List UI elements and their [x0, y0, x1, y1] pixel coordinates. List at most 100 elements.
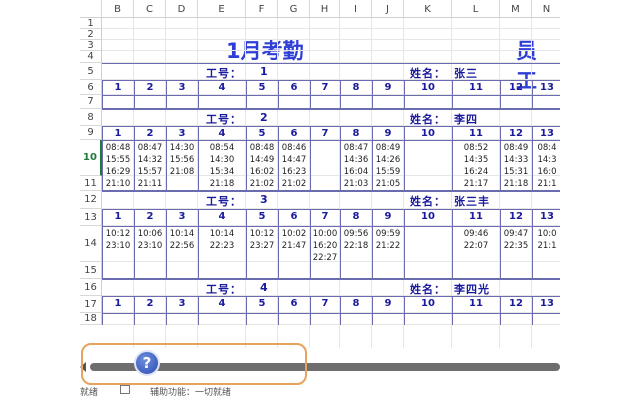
scroll-left-arrow-icon[interactable] [80, 362, 86, 372]
day-number: 8 [352, 211, 360, 222]
day-number: 5 [258, 298, 266, 309]
column-header[interactable]: L [452, 0, 500, 18]
row-header[interactable]: 16 [80, 279, 102, 296]
day-number: 1 [114, 211, 122, 222]
punch-times[interactable]: 08:47 14:32 15:57 21:11 [134, 142, 166, 190]
row-header[interactable]: 14 [80, 226, 102, 262]
punch-times[interactable]: 08:48 15:55 16:29 21:10 [102, 142, 134, 190]
punch-times[interactable]: 08:52 14:35 16:24 21:17 [452, 142, 500, 190]
employee-id: 3 [260, 193, 269, 206]
punch-times[interactable]: 10:12 23:27 [246, 228, 278, 252]
row-header[interactable]: 7 [80, 95, 102, 109]
row-header[interactable]: 10 [80, 140, 102, 176]
punch-times[interactable]: 09:46 22:07 [452, 228, 500, 252]
select-all-corner[interactable] [80, 0, 102, 18]
column-header[interactable]: G [278, 0, 310, 18]
employee-name: 李四 [454, 113, 478, 126]
day-number: 2 [146, 298, 154, 309]
macro-record-icon[interactable] [120, 385, 130, 394]
row-header[interactable]: 8 [80, 109, 102, 126]
day-number: 8 [352, 82, 360, 93]
spreadsheet[interactable]: BCDEFGHIJKLMN 1 2 3 4 5 6 7 8 9 10 11 12 13 14 15 16 17 1… [80, 0, 560, 400]
day-number: 9 [384, 82, 392, 93]
row-header[interactable]: 13 [80, 209, 102, 226]
punch-times[interactable]: 08:4 14:3 16:0 21:1 [532, 142, 560, 190]
column-header-bar: BCDEFGHIJKLMN [80, 0, 560, 18]
table-border [102, 109, 560, 110]
day-number: 11 [469, 298, 483, 309]
day-number: 10 [421, 211, 435, 222]
day-number: 4 [218, 211, 226, 222]
punch-times[interactable]: 10:02 21:47 [278, 228, 310, 252]
day-number: 2 [146, 128, 154, 139]
cell-grid[interactable]: 1月考勤 员 工 工号： 1 姓名： 张三 1 2 3 4 5 6 7 8 9 10 11 12 13 工号： 2 姓… [102, 18, 560, 348]
day-number: 1 [114, 82, 122, 93]
column-header[interactable]: D [166, 0, 198, 18]
column-header[interactable]: K [404, 0, 452, 18]
employee-id-label: 工号： [206, 113, 242, 126]
row-header[interactable]: 17 [80, 296, 102, 313]
column-header[interactable]: N [532, 0, 560, 18]
day-number: 13 [540, 82, 554, 93]
table-border [102, 140, 560, 141]
punch-times[interactable]: 08:46 14:47 16:23 21:02 [278, 142, 310, 190]
row-header[interactable]: 6 [80, 80, 102, 95]
punch-times[interactable]: 08:49 14:33 15:31 21:18 [500, 142, 532, 190]
row-header[interactable]: 3 [80, 40, 102, 51]
employee-name: 李四光 [454, 283, 490, 296]
day-number: 3 [178, 82, 186, 93]
table-border [102, 296, 560, 297]
row-header[interactable]: 11 [80, 176, 102, 191]
punch-times[interactable]: 08:47 14:36 16:04 21:03 [340, 142, 372, 190]
column-header[interactable]: I [340, 0, 372, 18]
table-border [102, 80, 560, 81]
row-header[interactable]: 15 [80, 262, 102, 279]
punch-times[interactable]: 10:14 22:56 [166, 228, 198, 252]
row-header[interactable]: 12 [80, 191, 102, 209]
punch-times[interactable]: 10:06 23:10 [134, 228, 166, 252]
punch-times[interactable]: 09:47 22:35 [500, 228, 532, 252]
punch-times[interactable]: 10:00 16:20 22:27 [310, 228, 340, 264]
day-number: 13 [540, 298, 554, 309]
table-border [102, 95, 560, 96]
day-number: 10 [421, 128, 435, 139]
row-header[interactable]: 4 [80, 51, 102, 63]
column-header[interactable]: J [372, 0, 404, 18]
day-number: 6 [290, 211, 298, 222]
day-number: 11 [469, 128, 483, 139]
punch-times[interactable]: 08:48 14:49 16:02 21:02 [246, 142, 278, 190]
row-header[interactable]: 5 [80, 63, 102, 80]
punch-times[interactable]: 09:56 22:18 [340, 228, 372, 252]
status-accessibility[interactable]: 辅助功能：一切就绪 [150, 385, 231, 398]
row-header[interactable]: 18 [80, 313, 102, 325]
column-header[interactable]: H [310, 0, 340, 18]
punch-times[interactable]: 14:30 15:56 21:08 [166, 142, 198, 178]
row-header[interactable]: 1 [80, 18, 102, 29]
row-header[interactable]: 2 [80, 29, 102, 40]
day-number: 4 [218, 82, 226, 93]
column-header[interactable]: F [246, 0, 278, 18]
column-header[interactable]: B [102, 0, 134, 18]
column-header[interactable]: M [500, 0, 532, 18]
row-header[interactable]: 9 [80, 126, 102, 140]
column-header[interactable]: C [134, 0, 166, 18]
day-number: 4 [218, 128, 226, 139]
day-number: 9 [384, 211, 392, 222]
help-icon[interactable]: ? [134, 350, 160, 376]
punch-times[interactable]: 10:14 22:23 [198, 228, 246, 252]
punch-times[interactable]: 09:59 21:22 [372, 228, 404, 252]
column-header[interactable]: E [198, 0, 246, 18]
day-number: 7 [321, 82, 329, 93]
punch-times[interactable]: 10:0 21:1 [532, 228, 560, 252]
day-number: 12 [509, 298, 523, 309]
table-border [102, 209, 560, 210]
punch-times[interactable]: 08:54 14:30 15:34 21:18 [198, 142, 246, 190]
day-number: 3 [178, 128, 186, 139]
punch-times[interactable]: 10:12 23:10 [102, 228, 134, 252]
punch-times[interactable]: 08:49 14:26 15:59 21:05 [372, 142, 404, 190]
scrollbar-thumb[interactable] [90, 363, 560, 371]
table-border [102, 126, 560, 127]
employee-name-label: 姓名： [410, 195, 446, 208]
day-number: 1 [114, 128, 122, 139]
day-number: 2 [146, 211, 154, 222]
